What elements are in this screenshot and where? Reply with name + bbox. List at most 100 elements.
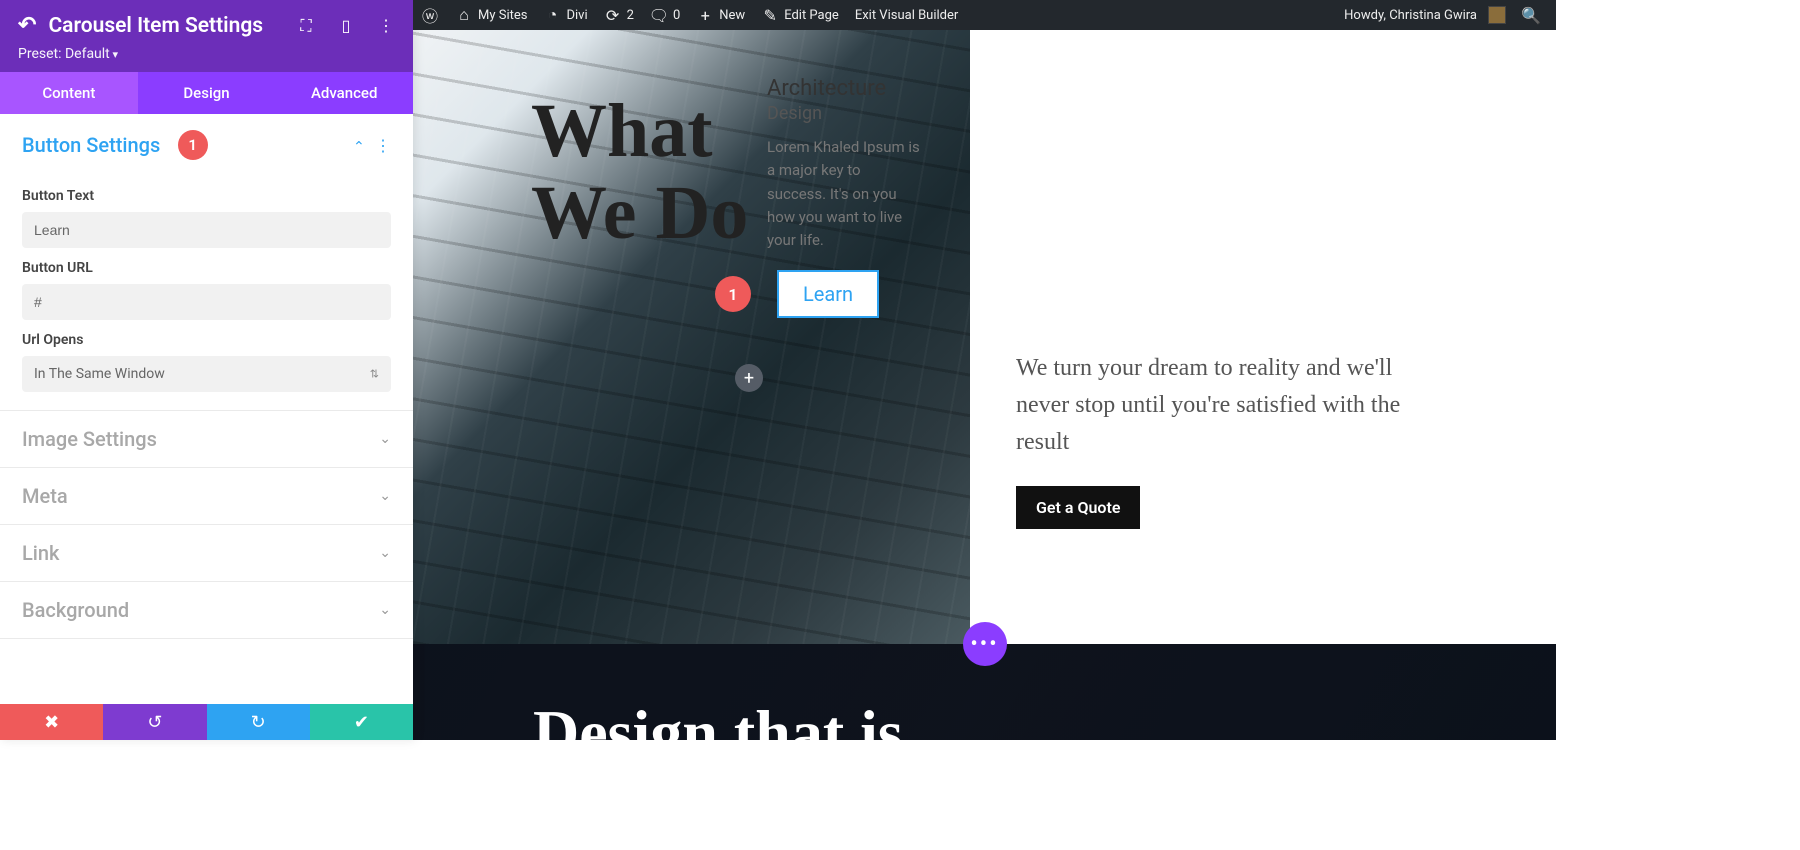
section-content-button: Button Text Button URL Url Opens In The …	[0, 188, 413, 410]
section-link: Link ⌄	[0, 525, 413, 582]
discard-button[interactable]: ✖	[0, 704, 103, 740]
wp-logo-item[interactable]: ⓦ	[413, 0, 447, 30]
section-image-settings: Image Settings ⌄	[0, 411, 413, 468]
hero-headline: What We Do	[531, 90, 748, 254]
learn-button[interactable]: Learn	[777, 270, 879, 318]
updates-item[interactable]: ⟳2	[596, 0, 642, 30]
plus-icon: +	[744, 368, 754, 389]
tab-design[interactable]: Design	[138, 72, 276, 114]
section-header-image[interactable]: Image Settings ⌄	[0, 411, 413, 467]
card-title: Architecture	[767, 76, 922, 101]
settings-sidebar: ↶ Carousel Item Settings ⛶ ▯ ⋮ Preset: D…	[0, 0, 413, 740]
page-preview: What We Do Architecture Design Lorem Kha…	[413, 30, 1556, 740]
back-arrow-icon[interactable]: ↶	[18, 13, 36, 38]
plus-icon: +	[696, 6, 714, 24]
headline-line1: What	[531, 90, 748, 172]
panel-icons: ⛶ ▯ ⋮	[297, 17, 395, 35]
dark-headline: Design that is	[533, 696, 903, 740]
input-button-url[interactable]	[22, 284, 391, 320]
undo-button[interactable]: ↺	[103, 704, 206, 740]
howdy-label: Howdy, Christina Gwira	[1344, 8, 1477, 23]
panel-header: ↶ Carousel Item Settings ⛶ ▯ ⋮ Preset: D…	[0, 0, 413, 72]
services-card: Architecture Design Lorem Khaled Ipsum i…	[767, 76, 922, 318]
responsive-icon[interactable]: ▯	[337, 17, 355, 35]
preset-dropdown[interactable]: Preset: Default	[18, 46, 395, 62]
section-background: Background ⌄	[0, 582, 413, 639]
card-button-wrap: 1 Learn	[767, 270, 922, 318]
panel-title-row: ↶ Carousel Item Settings ⛶ ▯ ⋮	[18, 13, 395, 38]
wordpress-icon: ⓦ	[421, 6, 439, 24]
section-title-image: Image Settings	[22, 427, 379, 451]
pencil-icon: ✎	[761, 6, 779, 24]
howdy-item[interactable]: Howdy, Christina Gwira	[1336, 0, 1514, 30]
add-module-button[interactable]: +	[735, 364, 763, 392]
tab-content[interactable]: Content	[0, 72, 138, 114]
kebab-icon[interactable]: ⋮	[377, 17, 395, 35]
tagline-text: We turn your dream to reality and we'll …	[1016, 350, 1446, 462]
chevron-down-icon: ⌄	[379, 545, 391, 561]
section-settings-fab[interactable]: •••	[963, 622, 1007, 666]
chevron-down-icon: ⌄	[353, 137, 365, 153]
edit-page-label: Edit Page	[784, 8, 839, 23]
tab-advanced[interactable]: Advanced	[275, 72, 413, 114]
section-title-link: Link	[22, 541, 379, 565]
card-subtitle: Design	[767, 103, 922, 124]
undo-icon: ↺	[147, 712, 162, 733]
section-title-background: Background	[22, 598, 379, 622]
refresh-icon: ⟳	[604, 6, 622, 24]
hero-row: What We Do Architecture Design Lorem Kha…	[413, 30, 1556, 644]
quote-button[interactable]: Get a Quote	[1016, 486, 1140, 529]
wp-admin-bar: ⓦ ⌂My Sites ◔Divi ⟳2 🗨0 +New ✎Edit Page …	[413, 0, 1556, 30]
chevron-down-icon: ⌄	[379, 431, 391, 447]
check-icon: ✔	[354, 712, 369, 733]
chevron-down-icon: ⌄	[379, 602, 391, 618]
section-header-button[interactable]: Button Settings 1 ⌄ ⋮	[0, 114, 413, 176]
exit-vb-item[interactable]: Exit Visual Builder	[847, 0, 966, 30]
section-kebab-icon[interactable]: ⋮	[375, 136, 391, 155]
label-button-url: Button URL	[22, 260, 391, 276]
section-meta: Meta ⌄	[0, 468, 413, 525]
comments-item[interactable]: 🗨0	[642, 0, 688, 30]
wp-bar-right: Howdy, Christina Gwira 🔍	[1336, 0, 1556, 30]
redo-icon: ↻	[251, 712, 266, 733]
badge-1: 1	[178, 130, 208, 160]
redo-button[interactable]: ↻	[207, 704, 310, 740]
new-item[interactable]: + New	[688, 0, 753, 30]
input-button-text[interactable]	[22, 212, 391, 248]
save-button[interactable]: ✔	[310, 704, 413, 740]
comment-icon: 🗨	[650, 6, 668, 24]
label-url-opens: Url Opens	[22, 332, 391, 348]
label-button-text: Button Text	[22, 188, 391, 204]
fullscreen-icon[interactable]: ⛶	[297, 17, 315, 35]
select-url-opens-wrap: In The Same Window ⇅	[22, 356, 391, 392]
select-url-opens[interactable]: In The Same Window	[22, 356, 391, 392]
avatar	[1488, 6, 1506, 24]
headline-line2: We Do	[531, 172, 748, 254]
search-item[interactable]: 🔍	[1514, 0, 1548, 30]
comments-count: 0	[673, 8, 680, 23]
search-icon: 🔍	[1522, 6, 1540, 24]
section-button-settings: Button Settings 1 ⌄ ⋮ Button Text Button…	[0, 114, 413, 411]
settings-body: Button Settings 1 ⌄ ⋮ Button Text Button…	[0, 114, 413, 704]
chevron-down-icon: ⌄	[379, 488, 391, 504]
section-title-button: Button Settings	[22, 133, 168, 157]
gauge-icon: ◔	[543, 6, 561, 24]
edit-page-item[interactable]: ✎ Edit Page	[753, 0, 847, 30]
my-sites-item[interactable]: ⌂ My Sites	[447, 0, 535, 30]
wp-bar-left: ⓦ ⌂My Sites ◔Divi ⟳2 🗨0 +New ✎Edit Page …	[413, 0, 966, 30]
divi-item[interactable]: ◔Divi	[535, 0, 595, 30]
footer-actions: ✖ ↺ ↻ ✔	[0, 704, 413, 740]
exit-vb-label: Exit Visual Builder	[855, 8, 958, 23]
close-icon: ✖	[44, 712, 59, 733]
tagline-block: We turn your dream to reality and we'll …	[1016, 350, 1446, 529]
badge-preview: 1	[715, 276, 751, 312]
my-sites-label: My Sites	[478, 8, 527, 23]
section-header-link[interactable]: Link ⌄	[0, 525, 413, 581]
section-header-background[interactable]: Background ⌄	[0, 582, 413, 638]
home-icon: ⌂	[455, 6, 473, 24]
panel-title: Carousel Item Settings	[48, 14, 285, 38]
new-label: New	[719, 8, 745, 23]
section-header-meta[interactable]: Meta ⌄	[0, 468, 413, 524]
card-body: Lorem Khaled Ipsum is a major key to suc…	[767, 136, 922, 252]
dark-section: ••• Design that is	[413, 644, 1556, 740]
